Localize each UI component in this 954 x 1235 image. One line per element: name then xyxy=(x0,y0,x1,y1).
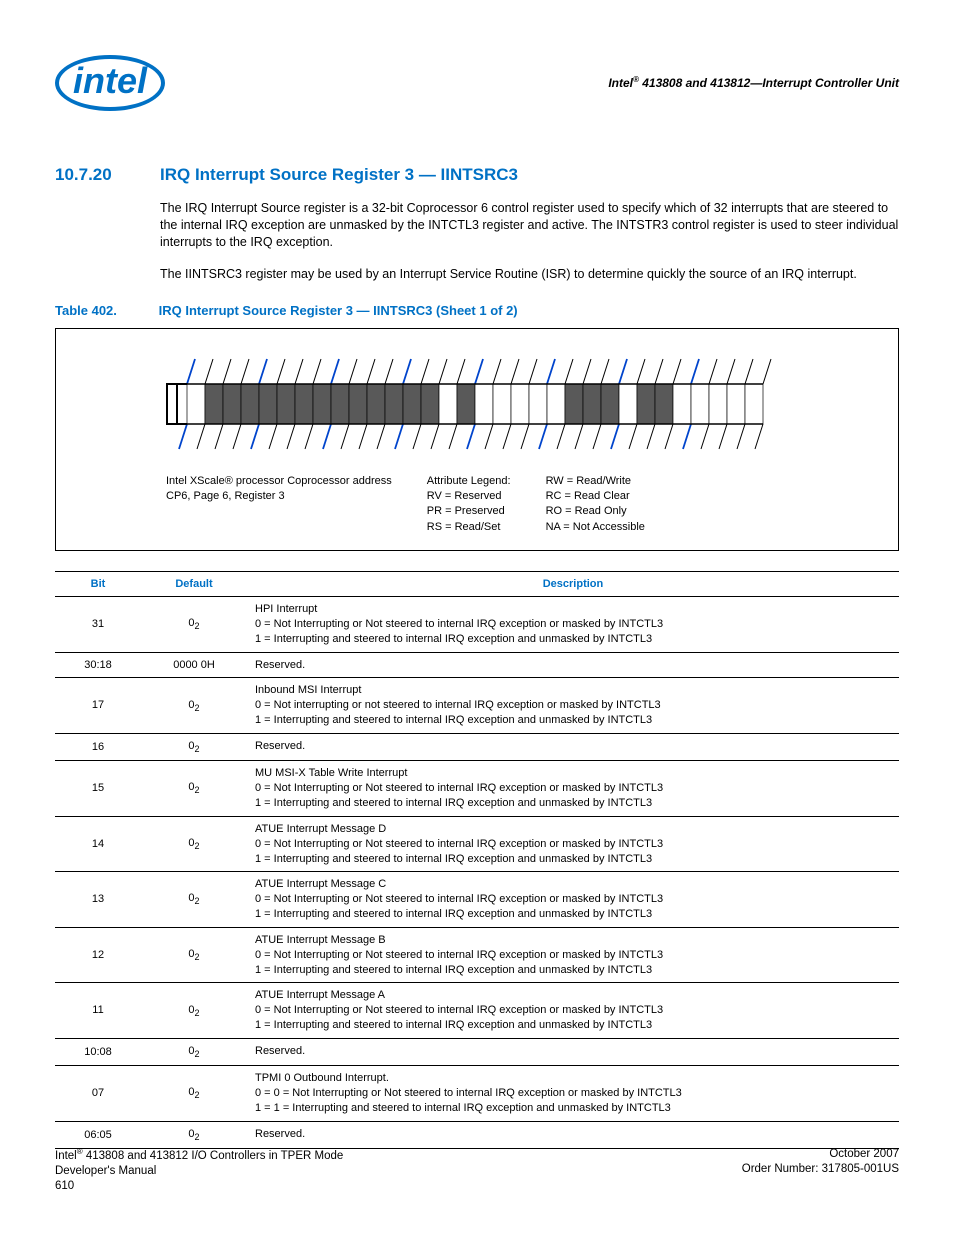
section-number: 10.7.20 xyxy=(55,165,160,185)
col-default: Default xyxy=(141,572,247,597)
coproc-line1: Intel XScale® processor Coprocessor addr… xyxy=(166,474,392,489)
cell-description: ATUE Interrupt Message A0 = Not Interrup… xyxy=(247,983,899,1039)
coproc-line2: CP6, Page 6, Register 3 xyxy=(166,489,392,504)
table-row: 1702Inbound MSI Interrupt0 = Not interru… xyxy=(55,678,899,734)
bit-diagram xyxy=(157,349,797,459)
cell-description: HPI Interrupt0 = Not Interrupting or Not… xyxy=(247,597,899,653)
cell-description: MU MSI-X Table Write Interrupt0 = Not In… xyxy=(247,761,899,817)
attr-head: Attribute Legend: xyxy=(427,474,511,489)
table-row: 0702TPMI 0 Outbound Interrupt.0 = 0 = No… xyxy=(55,1066,899,1122)
cell-default: 02 xyxy=(141,597,247,653)
cell-default: 02 xyxy=(141,927,247,983)
cell-default: 02 xyxy=(141,816,247,872)
cell-default: 02 xyxy=(141,761,247,817)
page: intel Intel® 413808 and 413812—Interrupt… xyxy=(0,0,954,1235)
cell-description: Reserved. xyxy=(247,1038,899,1065)
attr-ro: RO = Read Only xyxy=(546,504,645,519)
cell-description: ATUE Interrupt Message C0 = Not Interrup… xyxy=(247,872,899,928)
cell-bit: 14 xyxy=(55,816,141,872)
table-caption: Table 402. IRQ Interrupt Source Register… xyxy=(55,303,899,318)
cell-default: 02 xyxy=(141,872,247,928)
cell-description: Inbound MSI Interrupt0 = Not interruptin… xyxy=(247,678,899,734)
footer-right-1: October 2007 xyxy=(742,1147,899,1163)
cell-bit: 07 xyxy=(55,1066,141,1122)
attr-na: NA = Not Accessible xyxy=(546,520,645,535)
register-diagram-frame: Intel XScale® processor Coprocessor addr… xyxy=(55,328,899,552)
table-row: 1102ATUE Interrupt Message A0 = Not Inte… xyxy=(55,983,899,1039)
cell-description: Reserved. xyxy=(247,733,899,760)
footer-right-2: Order Number: 317805-001US xyxy=(742,1162,899,1178)
cell-default: 02 xyxy=(141,983,247,1039)
footer-left-1: Intel® 413808 and 413812 I/O Controllers… xyxy=(55,1147,343,1164)
cell-default: 02 xyxy=(141,678,247,734)
table-row: 1202ATUE Interrupt Message B0 = Not Inte… xyxy=(55,927,899,983)
cell-default: 02 xyxy=(141,733,247,760)
cell-bit: 06:05 xyxy=(55,1121,141,1148)
table-header-row: Bit Default Description xyxy=(55,572,899,597)
table-row: 3102HPI Interrupt0 = Not Interrupting or… xyxy=(55,597,899,653)
legend-coproc: Intel XScale® processor Coprocessor addr… xyxy=(166,474,392,536)
cell-default: 02 xyxy=(141,1121,247,1148)
intel-logo: intel xyxy=(55,55,160,125)
cell-bit: 31 xyxy=(55,597,141,653)
body-paragraph-2: The IINTSRC3 register may be used by an … xyxy=(160,266,899,283)
section-heading: 10.7.20 IRQ Interrupt Source Register 3 … xyxy=(55,165,899,185)
cell-description: ATUE Interrupt Message D0 = Not Interrup… xyxy=(247,816,899,872)
cell-bit: 30:18 xyxy=(55,652,141,678)
table-row: 30:180000 0HReserved. xyxy=(55,652,899,678)
table-row: 10:0802Reserved. xyxy=(55,1038,899,1065)
cell-bit: 17 xyxy=(55,678,141,734)
col-bit: Bit xyxy=(55,572,141,597)
table-row: 1502MU MSI-X Table Write Interrupt0 = No… xyxy=(55,761,899,817)
table-row: 1602Reserved. xyxy=(55,733,899,760)
table-caption-text: IRQ Interrupt Source Register 3 — IINTSR… xyxy=(159,303,518,318)
header-title-rest: 413808 and 413812—Interrupt Controller U… xyxy=(639,76,899,90)
attr-rc: RC = Read Clear xyxy=(546,489,645,504)
cell-default: 02 xyxy=(141,1038,247,1065)
footer-left-3: 610 xyxy=(55,1179,343,1195)
section-title: IRQ Interrupt Source Register 3 — IINTSR… xyxy=(160,165,518,185)
footer-right: October 2007 Order Number: 317805-001US xyxy=(742,1147,899,1195)
header-title-prefix: Intel xyxy=(608,76,633,90)
attr-rw: RW = Read/Write xyxy=(546,474,645,489)
col-description: Description xyxy=(247,572,899,597)
body-paragraph-1: The IRQ Interrupt Source register is a 3… xyxy=(160,200,899,251)
page-header: intel Intel® 413808 and 413812—Interrupt… xyxy=(55,55,899,125)
diagram-legend: Intel XScale® processor Coprocessor addr… xyxy=(166,474,888,536)
page-footer: Intel® 413808 and 413812 I/O Controllers… xyxy=(55,1147,899,1195)
cell-bit: 11 xyxy=(55,983,141,1039)
cell-bit: 15 xyxy=(55,761,141,817)
cell-bit: 16 xyxy=(55,733,141,760)
table-row: 1302ATUE Interrupt Message C0 = Not Inte… xyxy=(55,872,899,928)
table-row: 06:0502Reserved. xyxy=(55,1121,899,1148)
cell-bit: 10:08 xyxy=(55,1038,141,1065)
logo-text: intel xyxy=(55,55,165,111)
cell-description: TPMI 0 Outbound Interrupt.0 = 0 = Not In… xyxy=(247,1066,899,1122)
cell-description: ATUE Interrupt Message B0 = Not Interrup… xyxy=(247,927,899,983)
footer-left: Intel® 413808 and 413812 I/O Controllers… xyxy=(55,1147,343,1195)
cell-bit: 13 xyxy=(55,872,141,928)
cell-description: Reserved. xyxy=(247,652,899,678)
register-table: Bit Default Description 3102HPI Interrup… xyxy=(55,571,899,1149)
attr-pr: PR = Preserved xyxy=(427,504,511,519)
header-title: Intel® 413808 and 413812—Interrupt Contr… xyxy=(608,75,899,90)
table-row: 1402ATUE Interrupt Message D0 = Not Inte… xyxy=(55,816,899,872)
legend-attr2: RW = Read/Write RC = Read Clear RO = Rea… xyxy=(546,474,645,536)
cell-default: 02 xyxy=(141,1066,247,1122)
attr-rv: RV = Reserved xyxy=(427,489,511,504)
table-caption-label: Table 402. xyxy=(55,303,155,318)
cell-default: 0000 0H xyxy=(141,652,247,678)
legend-attr: Attribute Legend: RV = Reserved PR = Pre… xyxy=(427,474,511,536)
cell-description: Reserved. xyxy=(247,1121,899,1148)
cell-bit: 12 xyxy=(55,927,141,983)
attr-rs: RS = Read/Set xyxy=(427,520,511,535)
footer-left-2: Developer's Manual xyxy=(55,1164,343,1180)
